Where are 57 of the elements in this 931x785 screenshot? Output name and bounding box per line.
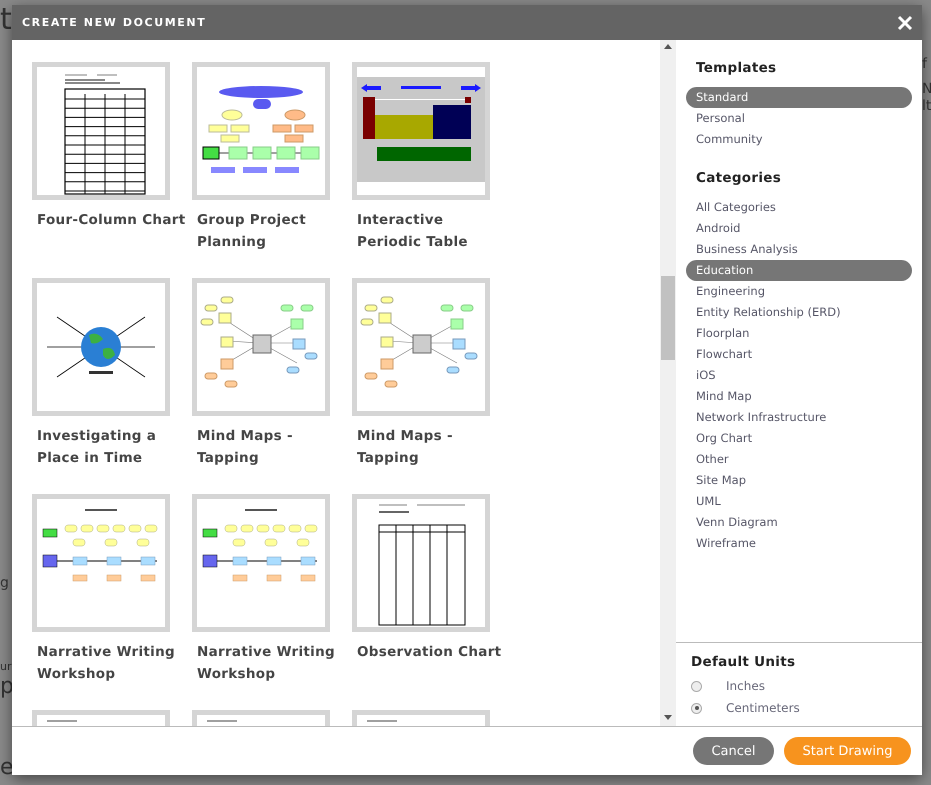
template-title[interactable]: Mind Maps - Tapping	[197, 425, 347, 469]
background-text: N	[922, 81, 931, 97]
filter-item[interactable]: Mind Map	[686, 386, 912, 407]
template-thumbnail[interactable]	[192, 278, 330, 416]
filter-item[interactable]: Org Chart	[686, 428, 912, 449]
template-thumbnail[interactable]	[352, 278, 490, 416]
template-title[interactable]: Investigating a Place in Time	[37, 425, 187, 469]
radio-label[interactable]: Centimeters	[726, 701, 800, 715]
template-thumbnail[interactable]	[352, 494, 490, 632]
filter-item[interactable]: Wireframe	[686, 533, 912, 554]
filter-item[interactable]: All Categories	[686, 197, 912, 218]
background-text: g	[0, 575, 9, 591]
section-heading: Templates	[696, 60, 778, 76]
filter-item[interactable]: Business Analysis	[686, 239, 912, 260]
template-thumbnail[interactable]	[32, 62, 170, 200]
filter-item[interactable]: Venn Diagram	[686, 512, 912, 533]
template-title[interactable]: Narrative Writing Workshop	[197, 641, 347, 685]
section-heading: Default Units	[691, 654, 796, 670]
template-thumbnail[interactable]	[352, 62, 490, 200]
filter-item[interactable]: Education	[686, 260, 912, 281]
close-button[interactable]	[897, 14, 913, 30]
filter-item[interactable]: UML	[686, 491, 912, 512]
filter-item[interactable]: Standard	[686, 87, 912, 108]
cancel-button[interactable]: Cancel	[693, 737, 774, 765]
background-text: f	[922, 56, 927, 72]
template-title[interactable]: Group Project Planning	[197, 209, 347, 253]
filter-item[interactable]: Android	[686, 218, 912, 239]
template-thumbnail[interactable]	[192, 494, 330, 632]
filter-item[interactable]: Site Map	[686, 470, 912, 491]
filter-item[interactable]: Community	[686, 129, 912, 150]
dialog-title: CREATE NEW DOCUMENT	[22, 16, 206, 29]
filter-item[interactable]: Entity Relationship (ERD)	[686, 302, 912, 323]
template-title[interactable]: Interactive Periodic Table	[357, 209, 507, 253]
filter-item[interactable]: Network Infrastructure	[686, 407, 912, 428]
template-title[interactable]: Mind Maps - Tapping	[357, 425, 507, 469]
template-title[interactable]: Observation Chart	[357, 641, 507, 663]
filter-item[interactable]: Floorplan	[686, 323, 912, 344]
radio-button[interactable]	[691, 702, 702, 714]
scrollbar[interactable]	[660, 40, 676, 726]
radio-label[interactable]: Inches	[726, 679, 765, 693]
filter-item[interactable]: Engineering	[686, 281, 912, 302]
filter-item[interactable]: Other	[686, 449, 912, 470]
background-text: lt	[922, 98, 931, 114]
filter-item[interactable]: iOS	[686, 365, 912, 386]
template-thumbnail[interactable]	[32, 278, 170, 416]
template-title[interactable]: Four-Column Chart	[37, 209, 187, 231]
template-title[interactable]: Narrative Writing Workshop	[37, 641, 187, 685]
background-text: p	[0, 674, 14, 699]
background-text: e	[0, 755, 14, 780]
background-text: ur	[0, 660, 12, 673]
filter-item[interactable]: Flowchart	[686, 344, 912, 365]
background-text: t	[0, 2, 12, 37]
filter-item[interactable]: Personal	[686, 108, 912, 129]
radio-button[interactable]	[691, 680, 702, 692]
template-thumbnail[interactable]	[32, 494, 170, 632]
template-thumbnail[interactable]	[192, 62, 330, 200]
section-heading: Categories	[696, 170, 782, 186]
